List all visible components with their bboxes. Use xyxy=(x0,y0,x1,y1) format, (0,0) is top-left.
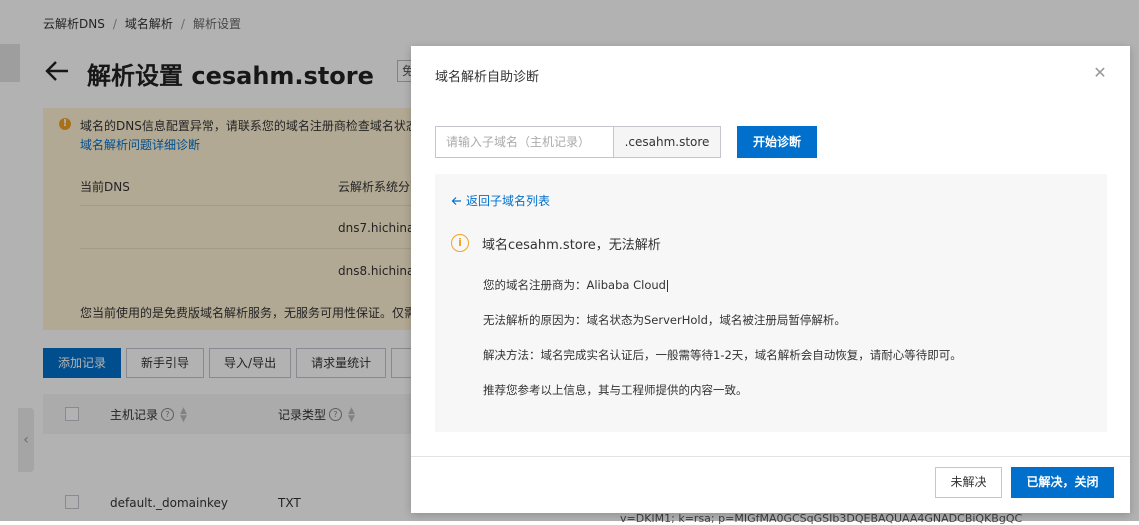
diagnosis-modal: 域名解析自助诊断 ✕ .cesahm.store 开始诊断 返回子域名列表 i … xyxy=(411,46,1130,513)
solution-line: 解决方法：域名完成实名认证后，一般需等待1-2天，域名解析会自动恢复，请耐心等待… xyxy=(483,348,962,362)
result-title: 域名cesahm.store，无法解析 xyxy=(482,238,661,253)
arrow-left-icon xyxy=(451,196,461,205)
resolved-close-button[interactable]: 已解决，关闭 xyxy=(1011,467,1114,498)
info-icon: i xyxy=(451,234,469,252)
back-to-subdomains-link[interactable]: 返回子域名列表 xyxy=(451,192,550,209)
reason-line: 无法解析的原因为：域名状态为ServerHold，域名被注册局暂停解析。 xyxy=(483,313,846,327)
registrar-line: 您的域名注册商为：Alibaba Cloud xyxy=(483,277,668,293)
modal-footer-divider xyxy=(411,456,1130,457)
start-diagnosis-button[interactable]: 开始诊断 xyxy=(737,126,817,158)
suggestion-line: 推荐您参考以上信息，其与工程师提供的内容一致。 xyxy=(483,383,748,397)
subdomain-input[interactable] xyxy=(435,126,614,158)
modal-title: 域名解析自助诊断 xyxy=(435,70,540,85)
text-cursor xyxy=(666,279,668,292)
diagnosis-result-panel: 返回子域名列表 i 域名cesahm.store，无法解析 您的域名注册商为：A… xyxy=(435,174,1107,432)
close-icon[interactable]: ✕ xyxy=(1092,65,1108,81)
back-link-label: 返回子域名列表 xyxy=(466,194,551,208)
domain-suffix: .cesahm.store xyxy=(614,126,721,158)
registrar-text: 您的域名注册商为：Alibaba Cloud xyxy=(483,278,666,292)
unresolved-button[interactable]: 未解决 xyxy=(935,467,1002,498)
subdomain-search-row: .cesahm.store 开始诊断 xyxy=(435,126,817,158)
